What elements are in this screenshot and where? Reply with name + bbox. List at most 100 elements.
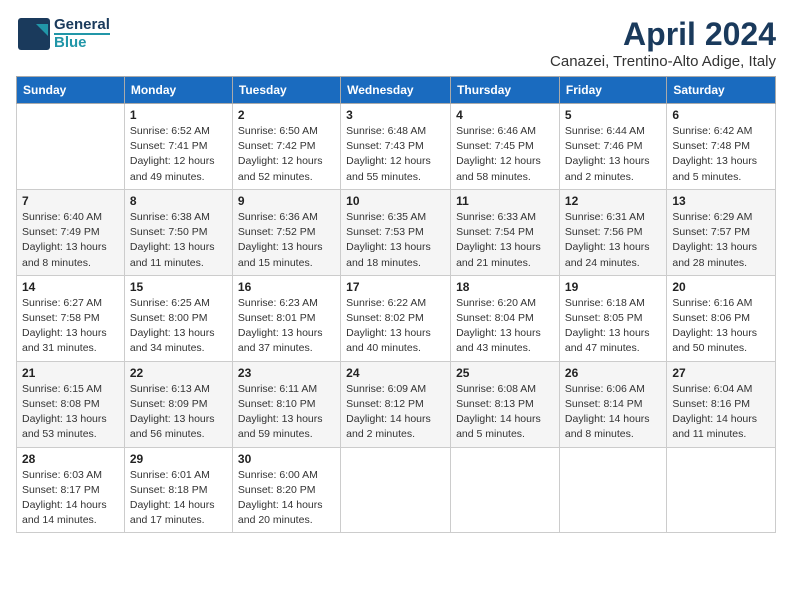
week-row-3: 14 Sunrise: 6:27 AM Sunset: 7:58 PM Dayli… bbox=[17, 275, 776, 361]
day-number: 13 bbox=[672, 194, 770, 208]
header: General Blue April 2024 Canazei, Trentin… bbox=[16, 16, 776, 70]
day-number: 5 bbox=[565, 108, 661, 122]
day-detail: Sunrise: 6:11 AM Sunset: 8:10 PM Dayligh… bbox=[238, 382, 335, 443]
day-number: 14 bbox=[22, 280, 119, 294]
calendar-table: SundayMondayTuesdayWednesdayThursdayFrid… bbox=[16, 76, 776, 533]
day-number: 12 bbox=[565, 194, 661, 208]
calendar-cell: 27Sunrise: 6:04 AM Sunset: 8:16 PM Dayli… bbox=[667, 361, 776, 447]
calendar-cell: 13 Sunrise: 6:29 AM Sunset: 7:57 PM Dayli… bbox=[667, 189, 776, 275]
day-number: 18 bbox=[456, 280, 554, 294]
calendar-cell: 24 Sunrise: 6:09 AM Sunset: 8:12 PM Dayli… bbox=[341, 361, 451, 447]
day-detail: Sunrise: 6:36 AM Sunset: 7:52 PM Dayligh… bbox=[238, 210, 335, 271]
day-number: 23 bbox=[238, 366, 335, 380]
day-number: 20 bbox=[672, 280, 770, 294]
calendar-cell: 23 Sunrise: 6:11 AM Sunset: 8:10 PM Dayli… bbox=[232, 361, 340, 447]
calendar-cell: 18 Sunrise: 6:20 AM Sunset: 8:04 PM Dayli… bbox=[451, 275, 560, 361]
week-row-1: 1 Sunrise: 6:52 AM Sunset: 7:41 PM Daylig… bbox=[17, 104, 776, 190]
calendar-cell bbox=[17, 104, 125, 190]
day-number: 19 bbox=[565, 280, 661, 294]
calendar-cell: 29 Sunrise: 6:01 AM Sunset: 8:18 PM Dayli… bbox=[124, 447, 232, 533]
calendar-cell: 21Sunrise: 6:15 AM Sunset: 8:08 PM Dayli… bbox=[17, 361, 125, 447]
day-number: 9 bbox=[238, 194, 335, 208]
day-number: 29 bbox=[130, 452, 227, 466]
day-detail: Sunrise: 6:31 AM Sunset: 7:56 PM Dayligh… bbox=[565, 210, 661, 271]
day-number: 1 bbox=[130, 108, 227, 122]
day-number: 22 bbox=[130, 366, 227, 380]
day-number: 6 bbox=[672, 108, 770, 122]
day-detail: Sunrise: 6:40 AM Sunset: 7:49 PM Dayligh… bbox=[22, 210, 119, 271]
calendar-cell: 9 Sunrise: 6:36 AM Sunset: 7:52 PM Daylig… bbox=[232, 189, 340, 275]
day-number: 10 bbox=[346, 194, 445, 208]
day-number: 30 bbox=[238, 452, 335, 466]
day-number: 7 bbox=[22, 194, 119, 208]
day-detail: Sunrise: 6:35 AM Sunset: 7:53 PM Dayligh… bbox=[346, 210, 445, 271]
calendar-cell: 3 Sunrise: 6:48 AM Sunset: 7:43 PM Daylig… bbox=[341, 104, 451, 190]
day-number: 27 bbox=[672, 366, 770, 380]
calendar-cell: 12 Sunrise: 6:31 AM Sunset: 7:56 PM Dayli… bbox=[559, 189, 666, 275]
day-detail: Sunrise: 6:00 AM Sunset: 8:20 PM Dayligh… bbox=[238, 468, 335, 529]
day-number: 15 bbox=[130, 280, 227, 294]
day-detail: Sunrise: 6:08 AM Sunset: 8:13 PM Dayligh… bbox=[456, 382, 554, 443]
day-number: 4 bbox=[456, 108, 554, 122]
day-detail: Sunrise: 6:23 AM Sunset: 8:01 PM Dayligh… bbox=[238, 296, 335, 357]
day-detail: Sunrise: 6:20 AM Sunset: 8:04 PM Dayligh… bbox=[456, 296, 554, 357]
day-number: 8 bbox=[130, 194, 227, 208]
day-number: 3 bbox=[346, 108, 445, 122]
day-number: 2 bbox=[238, 108, 335, 122]
calendar-cell: 7 Sunrise: 6:40 AM Sunset: 7:49 PM Daylig… bbox=[17, 189, 125, 275]
calendar-cell: 14 Sunrise: 6:27 AM Sunset: 7:58 PM Dayli… bbox=[17, 275, 125, 361]
logo-line1: General bbox=[54, 17, 110, 34]
day-number: 24 bbox=[346, 366, 445, 380]
day-detail: Sunrise: 6:03 AM Sunset: 8:17 PM Dayligh… bbox=[22, 468, 119, 529]
calendar-cell: 10 Sunrise: 6:35 AM Sunset: 7:53 PM Dayli… bbox=[341, 189, 451, 275]
day-detail: Sunrise: 6:01 AM Sunset: 8:18 PM Dayligh… bbox=[130, 468, 227, 529]
title-area: April 2024 Canazei, Trentino-Alto Adige,… bbox=[550, 16, 776, 70]
calendar-cell: 11Sunrise: 6:33 AM Sunset: 7:54 PM Dayli… bbox=[451, 189, 560, 275]
day-detail: Sunrise: 6:33 AM Sunset: 7:54 PM Dayligh… bbox=[456, 210, 554, 271]
day-detail: Sunrise: 6:38 AM Sunset: 7:50 PM Dayligh… bbox=[130, 210, 227, 271]
weekday-header-row: SundayMondayTuesdayWednesdayThursdayFrid… bbox=[17, 77, 776, 104]
calendar-cell: 26Sunrise: 6:06 AM Sunset: 8:14 PM Dayli… bbox=[559, 361, 666, 447]
day-number: 16 bbox=[238, 280, 335, 294]
day-detail: Sunrise: 6:46 AM Sunset: 7:45 PM Dayligh… bbox=[456, 124, 554, 185]
main-title: April 2024 bbox=[550, 16, 776, 53]
subtitle: Canazei, Trentino-Alto Adige, Italy bbox=[550, 53, 776, 70]
day-number: 26 bbox=[565, 366, 661, 380]
calendar-cell: 5 Sunrise: 6:44 AM Sunset: 7:46 PM Daylig… bbox=[559, 104, 666, 190]
logo: General Blue bbox=[16, 16, 110, 52]
day-detail: Sunrise: 6:27 AM Sunset: 7:58 PM Dayligh… bbox=[22, 296, 119, 357]
day-detail: Sunrise: 6:09 AM Sunset: 8:12 PM Dayligh… bbox=[346, 382, 445, 443]
calendar-cell: 8 Sunrise: 6:38 AM Sunset: 7:50 PM Daylig… bbox=[124, 189, 232, 275]
day-detail: Sunrise: 6:50 AM Sunset: 7:42 PM Dayligh… bbox=[238, 124, 335, 185]
calendar-cell bbox=[451, 447, 560, 533]
calendar-cell: 22 Sunrise: 6:13 AM Sunset: 8:09 PM Dayli… bbox=[124, 361, 232, 447]
calendar-cell bbox=[559, 447, 666, 533]
weekday-header-saturday: Saturday bbox=[667, 77, 776, 104]
day-number: 25 bbox=[456, 366, 554, 380]
day-detail: Sunrise: 6:25 AM Sunset: 8:00 PM Dayligh… bbox=[130, 296, 227, 357]
weekday-header-friday: Friday bbox=[559, 77, 666, 104]
calendar-cell: 6 Sunrise: 6:42 AM Sunset: 7:48 PM Daylig… bbox=[667, 104, 776, 190]
day-detail: Sunrise: 6:13 AM Sunset: 8:09 PM Dayligh… bbox=[130, 382, 227, 443]
calendar-cell bbox=[341, 447, 451, 533]
calendar-cell: 28Sunrise: 6:03 AM Sunset: 8:17 PM Dayli… bbox=[17, 447, 125, 533]
day-detail: Sunrise: 6:42 AM Sunset: 7:48 PM Dayligh… bbox=[672, 124, 770, 185]
calendar-cell: 4 Sunrise: 6:46 AM Sunset: 7:45 PM Daylig… bbox=[451, 104, 560, 190]
calendar-cell: 19Sunrise: 6:18 AM Sunset: 8:05 PM Dayli… bbox=[559, 275, 666, 361]
day-detail: Sunrise: 6:22 AM Sunset: 8:02 PM Dayligh… bbox=[346, 296, 445, 357]
calendar-cell bbox=[667, 447, 776, 533]
weekday-header-monday: Monday bbox=[124, 77, 232, 104]
logo-line2: Blue bbox=[54, 33, 110, 52]
week-row-2: 7 Sunrise: 6:40 AM Sunset: 7:49 PM Daylig… bbox=[17, 189, 776, 275]
day-detail: Sunrise: 6:52 AM Sunset: 7:41 PM Dayligh… bbox=[130, 124, 227, 185]
calendar-cell: 2 Sunrise: 6:50 AM Sunset: 7:42 PM Daylig… bbox=[232, 104, 340, 190]
week-row-4: 21Sunrise: 6:15 AM Sunset: 8:08 PM Dayli… bbox=[17, 361, 776, 447]
week-row-5: 28Sunrise: 6:03 AM Sunset: 8:17 PM Dayli… bbox=[17, 447, 776, 533]
day-detail: Sunrise: 6:16 AM Sunset: 8:06 PM Dayligh… bbox=[672, 296, 770, 357]
day-detail: Sunrise: 6:48 AM Sunset: 7:43 PM Dayligh… bbox=[346, 124, 445, 185]
day-detail: Sunrise: 6:44 AM Sunset: 7:46 PM Dayligh… bbox=[565, 124, 661, 185]
calendar-cell: 15 Sunrise: 6:25 AM Sunset: 8:00 PM Dayli… bbox=[124, 275, 232, 361]
weekday-header-sunday: Sunday bbox=[17, 77, 125, 104]
weekday-header-tuesday: Tuesday bbox=[232, 77, 340, 104]
day-detail: Sunrise: 6:29 AM Sunset: 7:57 PM Dayligh… bbox=[672, 210, 770, 271]
